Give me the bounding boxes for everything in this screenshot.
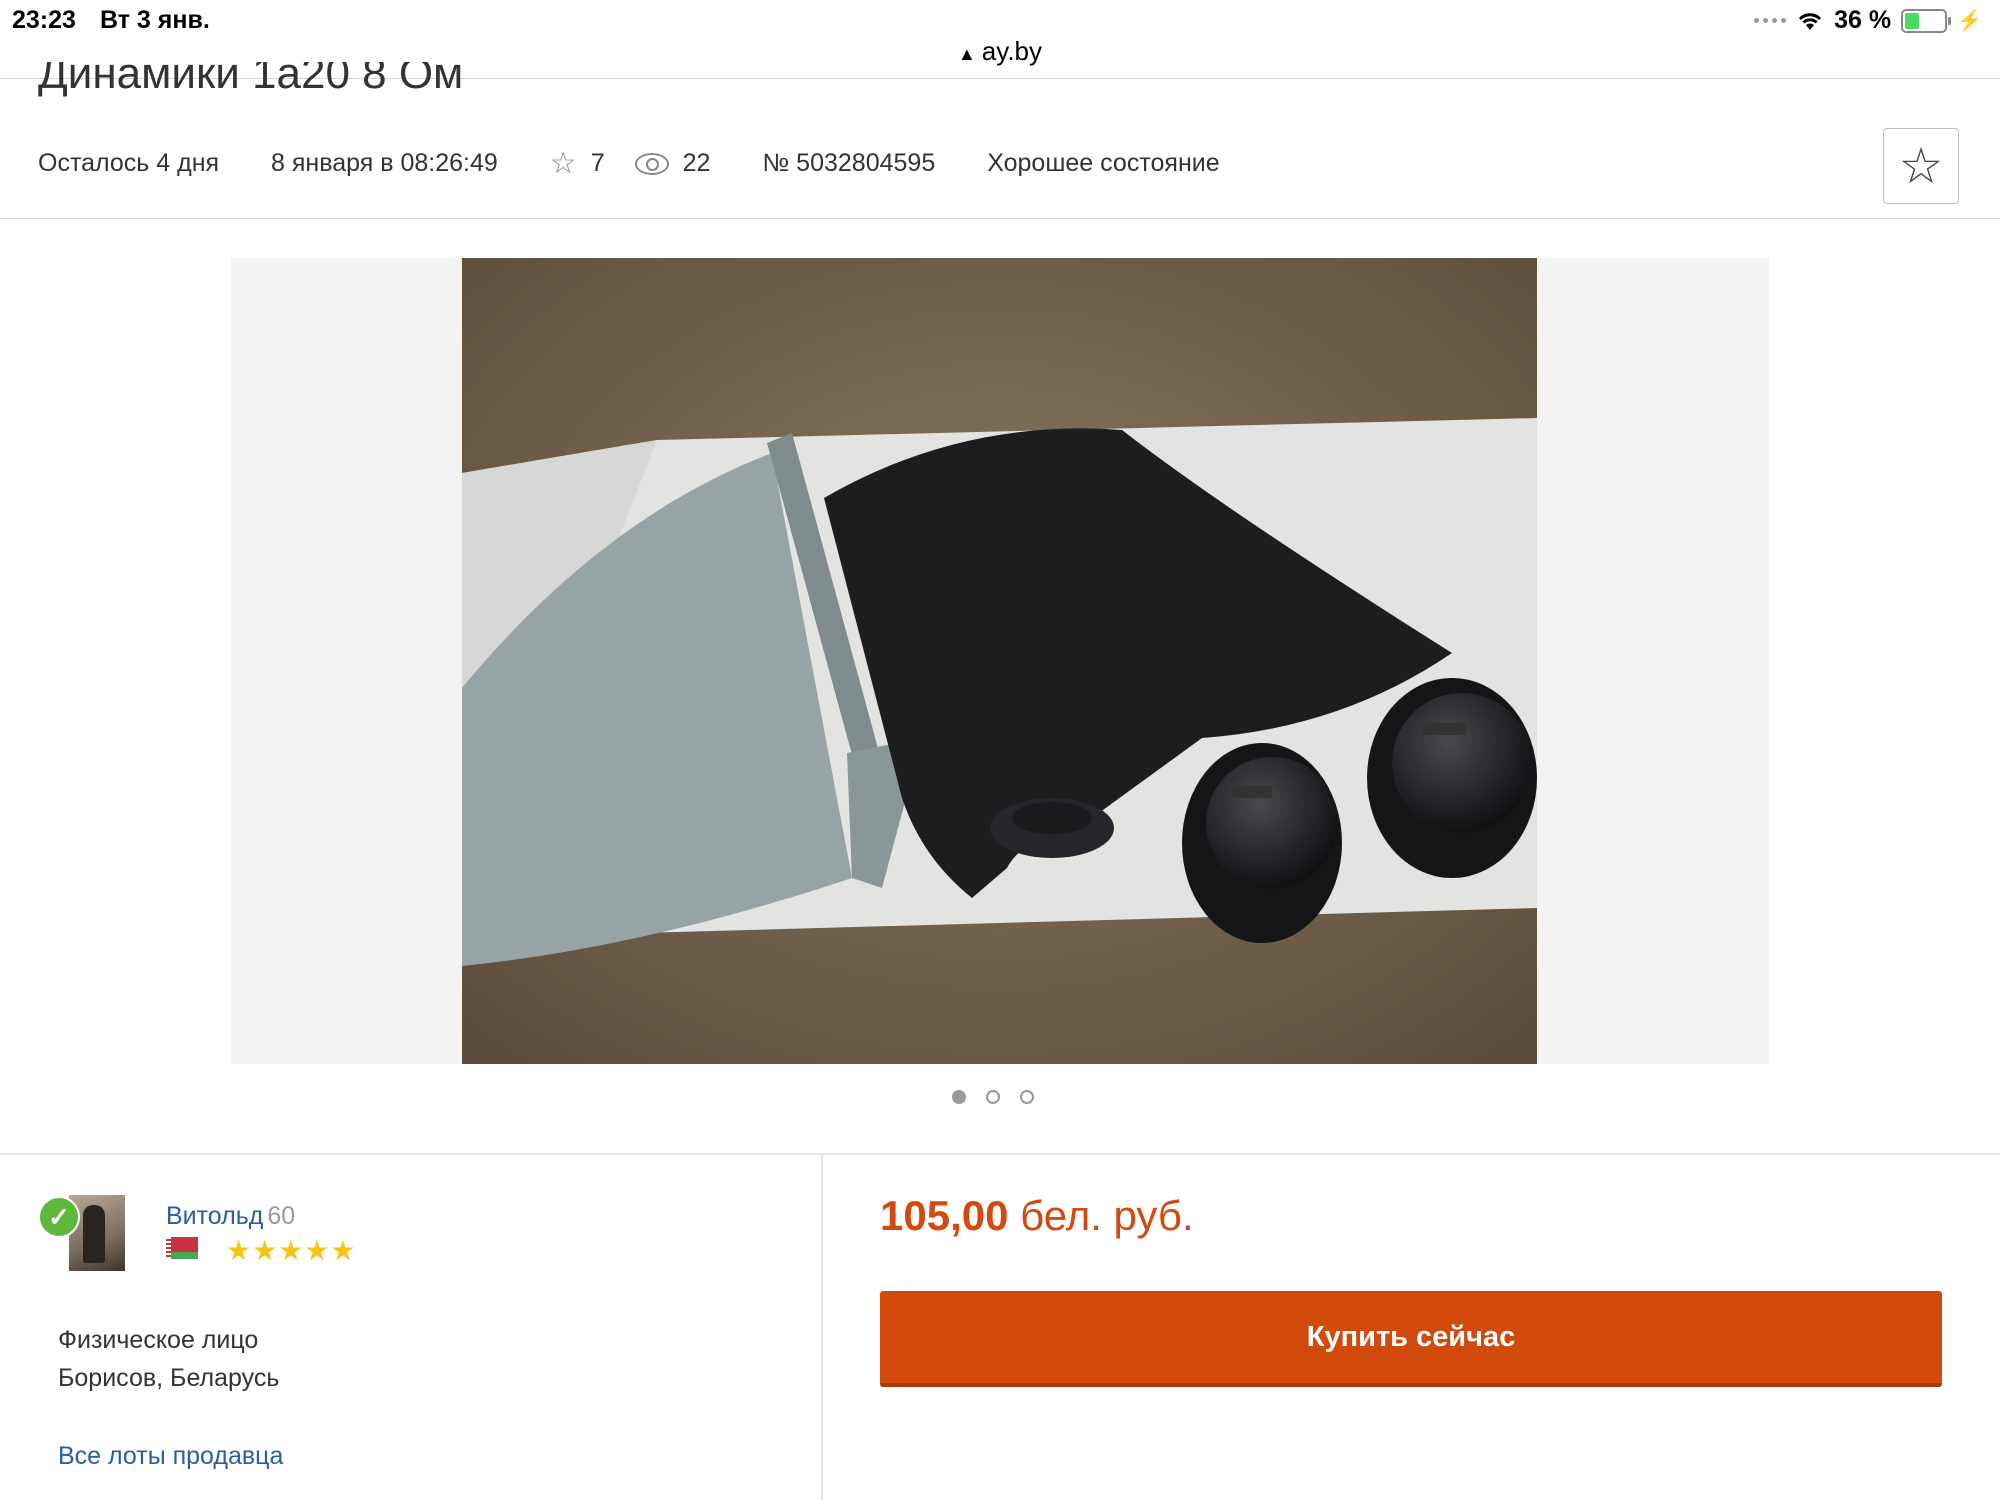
views-count: 22 [682,149,711,177]
seller-location: Борисов, Беларусь [58,1364,280,1392]
photo-gallery[interactable] [231,258,1769,1064]
favorites-count: 7 [590,149,605,177]
url-text: ay.by [981,36,1043,66]
column-divider [821,1155,823,1500]
lot-condition: Хорошее состояние [987,149,1220,177]
wifi-icon [1799,12,1822,30]
gallery-dot-3[interactable] [1020,1090,1034,1104]
lot-meta: Осталось 4 дня 8 января в 08:26:49 ☆ 7 2… [38,146,1272,181]
lot-number: № 5032804595 [762,149,936,177]
seller-name-link[interactable]: Витольд 60 [166,1202,295,1231]
price: 105,00 бел. руб. [880,1192,1194,1240]
gallery-pagination [952,1090,1034,1104]
eye-icon [634,152,669,175]
status-indicators: 36 % ⚡ [1754,6,1982,35]
status-date: Вт 3 янв. [100,6,210,34]
seller-all-lots-link[interactable]: Все лоты продавца [58,1442,283,1471]
add-to-favorites-button[interactable]: ☆ [1883,128,1959,204]
seller-type: Физическое лицо [58,1326,259,1354]
header-divider [0,218,2000,219]
star-icon: ☆ [1898,138,1944,194]
speakers-photo-image [462,258,1537,1064]
time-left: Осталось 4 дня [38,149,220,177]
views-count-group: 22 [634,149,711,178]
star-outline-icon: ☆ [549,147,577,180]
lock-icon: ▲ [957,44,976,64]
lot-photo[interactable] [462,258,1537,1064]
charging-icon: ⚡ [1957,10,1982,32]
battery-icon [1901,8,1952,33]
page-title: Динамики 1а20 8 Ом [38,62,464,98]
buy-now-button[interactable]: Купить сейчас [880,1291,1942,1387]
price-amount: 105,00 [880,1192,1009,1239]
favorites-count-group: ☆ 7 [550,146,605,181]
signal-dots-icon [1754,18,1787,23]
status-time: 23:23 [12,6,76,34]
price-currency: бел. руб. [1020,1192,1194,1239]
seller-score: 60 [267,1202,296,1230]
verified-check-icon: ✓ [38,1196,80,1238]
battery-percent: 36 % [1834,6,1892,34]
seller-name: Витольд [166,1202,264,1230]
gallery-dot-2[interactable] [986,1090,1000,1104]
end-date: 8 января в 08:26:49 [271,149,498,177]
section-divider [0,1153,2000,1155]
gallery-dot-1[interactable] [952,1090,966,1104]
seller-rating-stars: ★★★★★ [226,1235,357,1266]
belarus-flag-icon [166,1237,198,1259]
